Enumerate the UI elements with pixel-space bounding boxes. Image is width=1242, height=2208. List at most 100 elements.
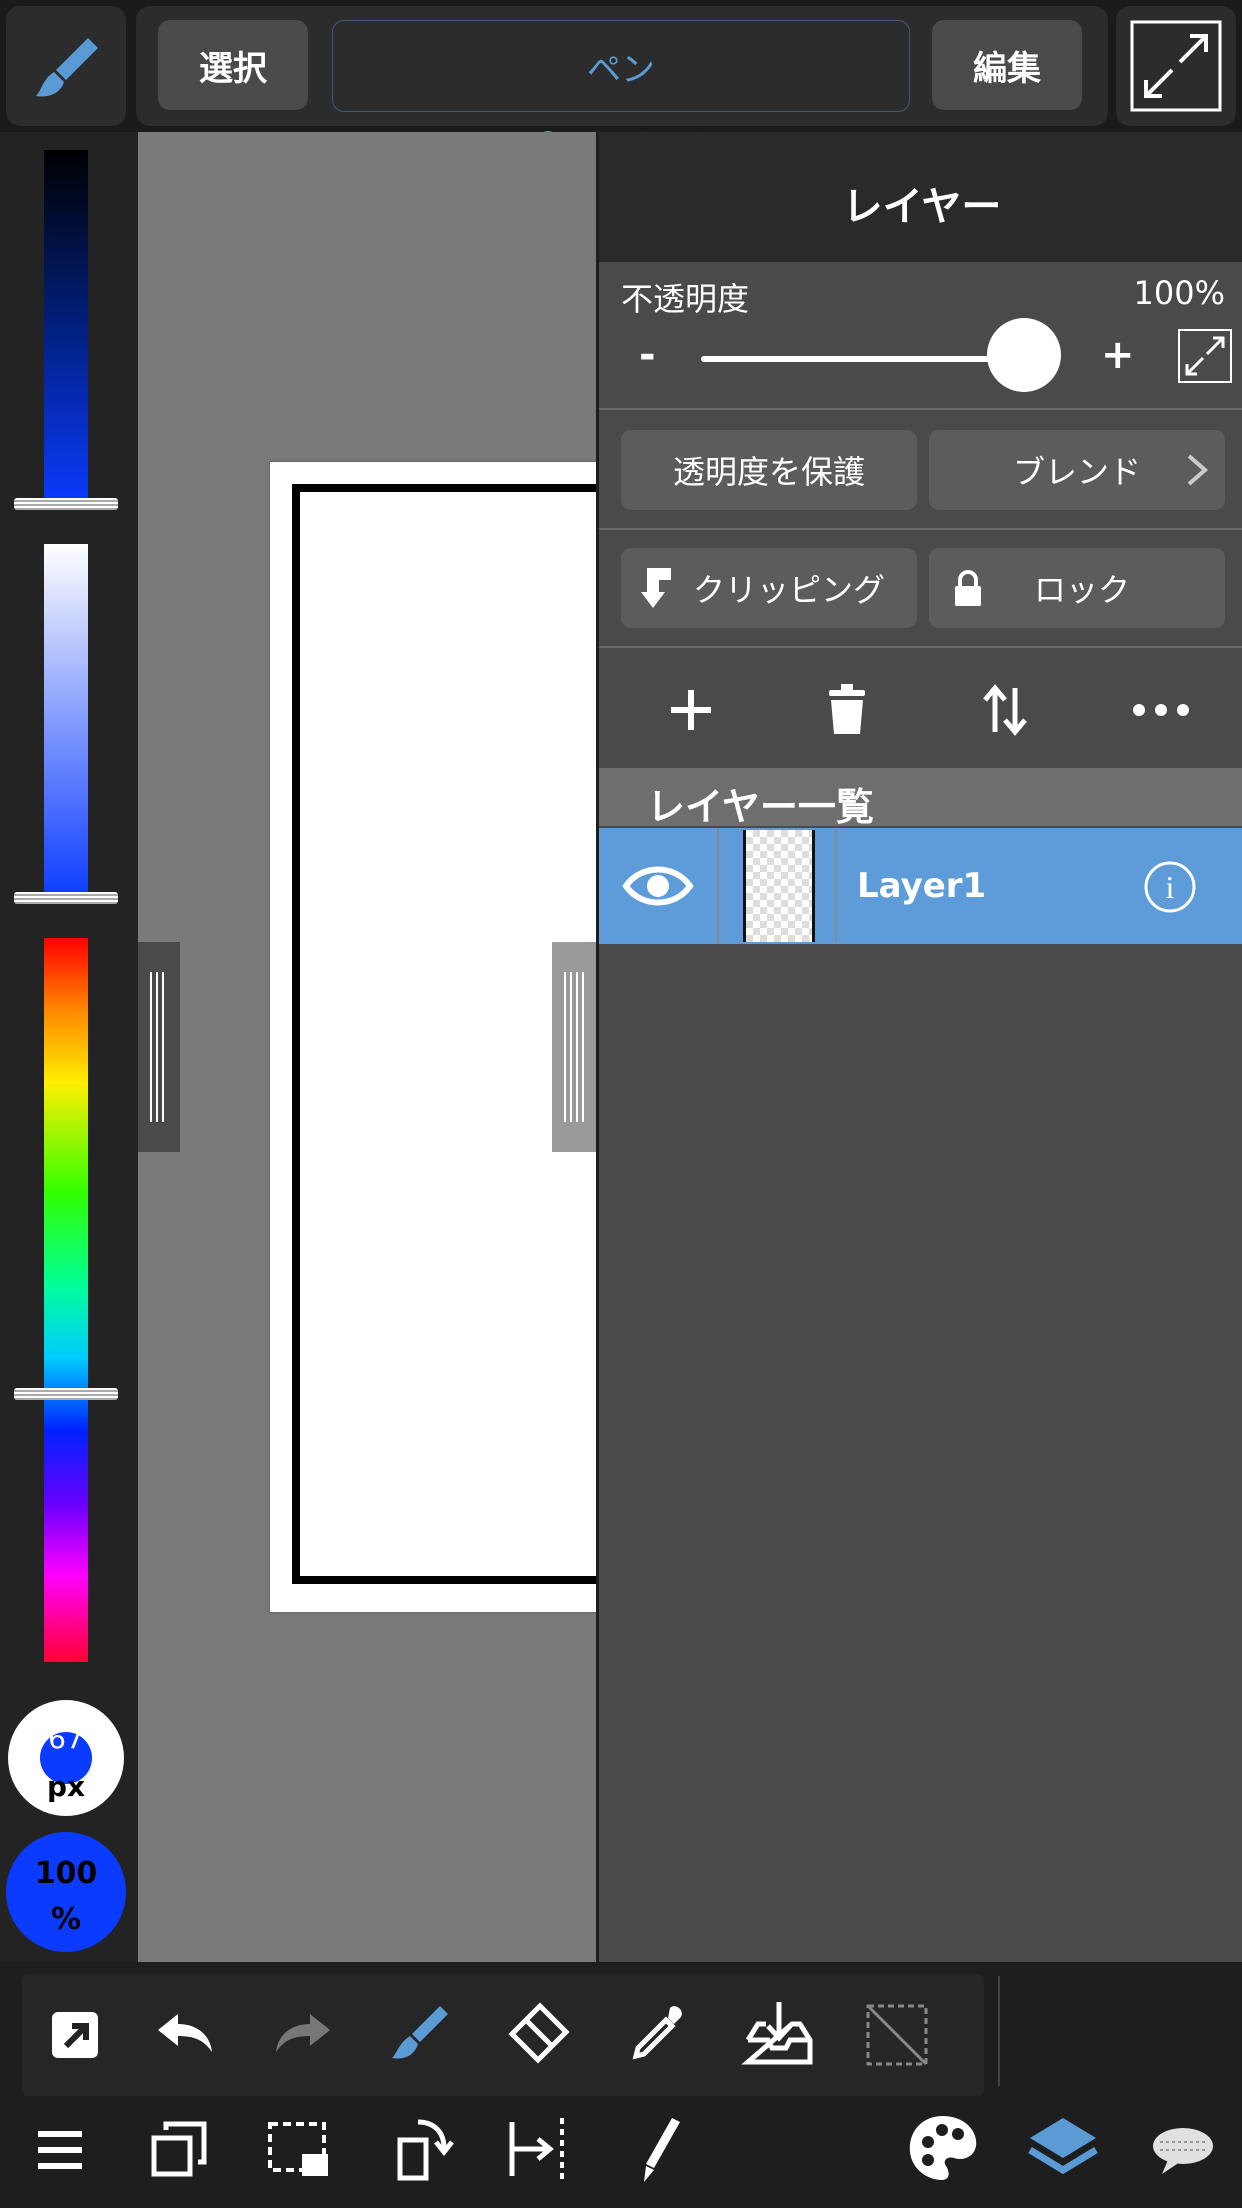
info-icon: i xyxy=(1144,861,1196,913)
brush-size-button[interactable]: 67 px xyxy=(8,1700,124,1816)
brush-size-unit: px xyxy=(46,1770,86,1803)
brush-opacity-unit: % xyxy=(50,1902,82,1937)
opacity-slider[interactable] xyxy=(701,356,1021,362)
svg-text:i: i xyxy=(1166,869,1175,905)
share-icon xyxy=(52,2012,98,2058)
brush-tool-button[interactable] xyxy=(6,6,126,126)
current-tool-label[interactable]: ペン xyxy=(332,20,910,112)
brush-opacity-value: 100 xyxy=(34,1856,98,1891)
opacity-plus-button[interactable]: + xyxy=(1101,332,1135,378)
brush-button[interactable] xyxy=(376,1990,466,2080)
lock-label: ロック xyxy=(1033,571,1130,609)
comments-button[interactable] xyxy=(1138,2104,1228,2194)
left-panel-grip[interactable] xyxy=(138,942,180,1152)
blend-label: ブレンド xyxy=(1012,453,1141,491)
lock-button[interactable]: ロック xyxy=(929,548,1225,628)
import-button[interactable] xyxy=(734,1990,824,2080)
layer-list-header: レイヤー一覧 xyxy=(599,768,1242,829)
brush-icon xyxy=(392,2006,448,2059)
divider xyxy=(599,528,1242,530)
move-layer-button[interactable] xyxy=(965,670,1045,750)
top-toolbar: 選択 ペン 編集 xyxy=(0,0,1242,132)
eyedropper-icon xyxy=(632,2006,682,2060)
swap-vertical-icon xyxy=(983,684,1027,736)
brightness-slider-handle[interactable] xyxy=(14,498,118,510)
quick-access-button[interactable] xyxy=(30,1990,120,2080)
eraser-button[interactable] xyxy=(494,1990,584,2080)
hue-slider-handle[interactable] xyxy=(14,1388,118,1400)
clipping-button[interactable]: クリッピング xyxy=(621,548,917,628)
tray-download-icon xyxy=(741,2002,813,2065)
drawing-canvas[interactable] xyxy=(270,462,622,1612)
opacity-minus-button[interactable]: - xyxy=(639,332,656,378)
opacity-slider-thumb[interactable] xyxy=(987,318,1061,392)
color-sidebar: 67 px 100 % xyxy=(0,132,138,1962)
redo-icon xyxy=(276,2014,330,2052)
edit-button[interactable]: 編集 xyxy=(932,20,1082,110)
menu-button[interactable] xyxy=(16,2104,106,2194)
layer-row[interactable]: Layer1 i xyxy=(599,828,1242,944)
brush-icon xyxy=(36,38,98,97)
divider xyxy=(599,646,1242,648)
layer-visibility-toggle[interactable] xyxy=(599,828,719,944)
ruler-snap-icon xyxy=(509,2118,564,2180)
undo-icon xyxy=(158,2014,212,2052)
blend-mode-button[interactable]: ブレンド xyxy=(929,430,1225,510)
layer-panel-header: レイヤー xyxy=(599,132,1242,262)
protect-alpha-button[interactable]: 透明度を保護 xyxy=(621,430,917,510)
trash-icon xyxy=(829,684,865,734)
grip-lines xyxy=(564,972,584,1122)
brush-settings-button[interactable] xyxy=(614,2104,704,2194)
hamburger-icon xyxy=(38,2131,82,2169)
ruler-button[interactable] xyxy=(494,2104,584,2194)
pen-icon xyxy=(644,2118,680,2182)
speech-bubble-icon xyxy=(1153,2128,1213,2174)
clipping-arrow-icon xyxy=(641,568,671,608)
fullscreen-button[interactable] xyxy=(1116,6,1236,126)
panel-expand-button[interactable] xyxy=(1177,328,1233,384)
add-layer-button[interactable] xyxy=(651,670,731,750)
eraser-icon xyxy=(508,2002,570,2064)
transform-button[interactable] xyxy=(374,2104,464,2194)
saturation-slider[interactable] xyxy=(44,544,88,900)
right-panel-grip[interactable] xyxy=(552,942,596,1152)
layer-thumbnail-image xyxy=(743,830,815,942)
undo-button[interactable] xyxy=(140,1990,230,2080)
selection-tool-button[interactable] xyxy=(254,2104,344,2194)
brush-size-value: 67 xyxy=(48,1722,84,1755)
opacity-label: 不透明度 xyxy=(621,280,750,318)
lock-icon xyxy=(955,570,981,606)
delete-layer-button[interactable] xyxy=(807,670,887,750)
deselect-button[interactable] xyxy=(852,1990,942,2080)
layer-thumbnail xyxy=(719,830,837,942)
brush-opacity-button[interactable]: 100 % xyxy=(6,1832,126,1952)
layer-panel-title: レイヤー xyxy=(842,184,1002,230)
palette-icon xyxy=(909,2116,977,2180)
plus-icon xyxy=(671,690,711,730)
canvas-pages-button[interactable] xyxy=(134,2104,224,2194)
redo-button[interactable] xyxy=(258,1990,348,2080)
bottom-toolbar xyxy=(0,1962,1242,2208)
toolbar-divider xyxy=(998,1976,1000,2086)
opacity-value: 100% xyxy=(1133,274,1225,312)
deselect-icon xyxy=(866,2004,928,2066)
selection-icon xyxy=(268,2122,328,2176)
layer-name: Layer1 xyxy=(857,866,987,906)
rotate-transform-icon xyxy=(397,2119,454,2181)
layer-info-button[interactable]: i xyxy=(1143,860,1197,914)
more-options-button[interactable] xyxy=(1121,670,1201,750)
layers-button[interactable] xyxy=(1018,2104,1108,2194)
expand-icon xyxy=(1130,20,1222,112)
layer-list-title: レイヤー一覧 xyxy=(647,785,874,829)
color-palette-button[interactable] xyxy=(898,2104,988,2194)
saturation-slider-handle[interactable] xyxy=(14,892,118,904)
layers-icon xyxy=(1028,2118,1098,2175)
chevron-right-icon xyxy=(1187,454,1209,486)
grip-lines xyxy=(150,972,168,1122)
eyedropper-button[interactable] xyxy=(612,1990,702,2080)
select-button[interactable]: 選択 xyxy=(158,20,308,110)
canvas-area[interactable] xyxy=(138,132,622,1962)
hue-slider[interactable] xyxy=(44,938,88,1662)
layers-copy-icon xyxy=(151,2121,207,2177)
brightness-slider[interactable] xyxy=(44,150,88,506)
